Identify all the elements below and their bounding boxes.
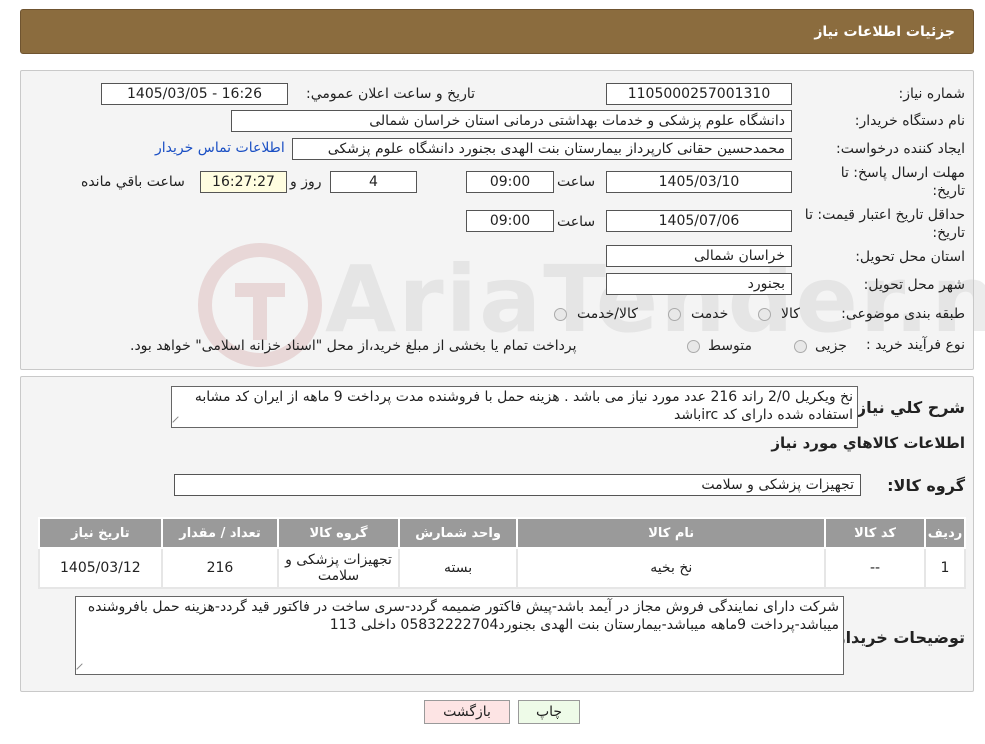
- page-header: جزئیات اطلاعات نیاز: [20, 9, 974, 54]
- city-field: بجنورد: [606, 273, 792, 295]
- announce-label: تاریخ و ساعت اعلان عمومي:: [306, 86, 475, 102]
- category-option-goods-label: کالا: [781, 306, 800, 322]
- deadline-time-field: 09:00: [466, 171, 554, 193]
- cell-unit: بسته: [397, 547, 519, 589]
- need-number-field: 1105000257001310: [606, 83, 792, 105]
- buyer-org-field: دانشگاه علوم پزشکی و خدمات بهداشتی درمان…: [231, 110, 792, 132]
- col-quantity: تعداد / مقدار: [160, 517, 280, 549]
- deadline-label-text: مهلت ارسال پاسخ: تا تاريخ:: [840, 165, 965, 199]
- category-option-service[interactable]: خدمت: [668, 306, 728, 322]
- process-note: پرداخت تمام یا بخشی از مبلغ خرید،از محل …: [130, 338, 577, 354]
- buyer-notes-label: توضيحات خريدار:: [829, 628, 965, 647]
- validity-date-field: 1405/07/06: [606, 210, 792, 232]
- goods-group-label: گروه کالا:: [887, 476, 965, 495]
- radio-icon[interactable]: [758, 307, 771, 321]
- description-textarea[interactable]: نخ ویکریل 2/0 راند 216 عدد مورد نیاز می …: [171, 386, 858, 428]
- announce-field: 1405/03/05 - 16:26: [101, 83, 288, 105]
- buyer-notes-text: شرکت دارای نمایندگی فروش مجاز در آیمد با…: [87, 599, 839, 633]
- buyer-org-label: نام دستگاه خريدار:: [854, 113, 965, 129]
- col-item-code: کد کالا: [824, 517, 926, 549]
- validity-time-label: ساعت: [557, 214, 596, 230]
- print-button[interactable]: چاپ: [518, 700, 580, 724]
- table-row: 1 -- نخ بخیه بسته تجهیزات پزشکی و سلامت …: [38, 547, 967, 589]
- col-item-name: نام کالا: [516, 517, 827, 549]
- days-label: روز و: [290, 174, 322, 190]
- deadline-label: مهلت ارسال پاسخ: تا تاريخ:: [815, 164, 965, 200]
- description-label: شرح کلي نياز:: [850, 398, 965, 417]
- deadline-date-field: 1405/03/10: [606, 171, 792, 193]
- city-label: شهر محل تحويل:: [863, 277, 965, 293]
- province-label: استان محل تحويل:: [855, 249, 965, 265]
- requester-label: ايجاد کننده درخواست:: [836, 141, 965, 157]
- cell-item-name: نخ بخیه: [516, 547, 827, 589]
- process-label: نوع فرآيند خريد :: [866, 337, 965, 353]
- cell-quantity: 216: [160, 547, 280, 589]
- category-label: طبقه بندی موضوعی:: [841, 306, 965, 322]
- buyer-notes-textarea[interactable]: شرکت دارای نمایندگی فروش مجاز در آیمد با…: [75, 596, 844, 675]
- goods-section-title: اطلاعات کالاهاي مورد نياز: [771, 434, 965, 452]
- need-number-label: شماره نیاز:: [898, 86, 966, 102]
- radio-icon[interactable]: [554, 307, 567, 321]
- back-button[interactable]: بازگشت: [424, 700, 510, 724]
- validity-time-field: 09:00: [466, 210, 554, 232]
- description-text: نخ ویکریل 2/0 راند 216 عدد مورد نیاز می …: [194, 389, 853, 423]
- category-option-goods-service[interactable]: کالا/خدمت: [554, 306, 638, 322]
- remaining-label: ساعت باقي مانده: [81, 174, 185, 190]
- cell-goods-group: تجهیزات پزشکی و سلامت: [277, 547, 400, 589]
- requester-field: محمدحسین حقانی کارپرداز بیمارستان بنت ال…: [292, 138, 792, 160]
- process-option-minor-label: جزیی: [815, 338, 847, 354]
- deadline-time-label: ساعت: [557, 174, 596, 190]
- resize-handle-icon[interactable]: [172, 416, 184, 427]
- cell-need-date: 1405/03/12: [38, 547, 163, 589]
- buyer-contact-link[interactable]: اطلاعات تماس خريدار: [155, 140, 285, 156]
- page-title: جزئیات اطلاعات نیاز: [814, 23, 955, 40]
- radio-icon[interactable]: [687, 339, 700, 353]
- province-field: خراسان شمالی: [606, 245, 792, 267]
- table-header-row: رديف کد کالا نام کالا واحد شمارش گروه کا…: [38, 517, 967, 549]
- process-option-medium[interactable]: متوسط: [687, 338, 752, 354]
- category-option-service-label: خدمت: [691, 306, 729, 322]
- category-option-goods-service-label: کالا/خدمت: [577, 306, 638, 322]
- remaining-time-field: 16:27:27: [200, 171, 287, 193]
- process-option-medium-label: متوسط: [708, 338, 752, 354]
- col-row-number: رديف: [923, 517, 967, 549]
- col-goods-group: گروه کالا: [277, 517, 400, 549]
- goods-group-field: تجهیزات پزشکی و سلامت: [174, 474, 861, 496]
- cell-row-number: 1: [923, 547, 967, 589]
- validity-label: حداقل تاريخ اعتبار قيمت: تا تاريخ:: [795, 206, 965, 242]
- validity-label-text: حداقل تاريخ اعتبار قيمت: تا تاريخ:: [804, 207, 965, 241]
- process-option-minor[interactable]: جزیی: [794, 338, 847, 354]
- col-need-date: تاريخ نياز: [38, 517, 163, 549]
- radio-icon[interactable]: [668, 307, 681, 321]
- category-option-goods[interactable]: کالا: [758, 306, 800, 322]
- items-table-wrapper: رديف کد کالا نام کالا واحد شمارش گروه کا…: [38, 517, 967, 589]
- cell-item-code: --: [824, 547, 926, 589]
- resize-handle-icon[interactable]: [76, 663, 88, 674]
- days-field: 4: [330, 171, 417, 193]
- items-table: رديف کد کالا نام کالا واحد شمارش گروه کا…: [38, 517, 967, 589]
- col-unit: واحد شمارش: [397, 517, 519, 549]
- radio-icon[interactable]: [794, 339, 807, 353]
